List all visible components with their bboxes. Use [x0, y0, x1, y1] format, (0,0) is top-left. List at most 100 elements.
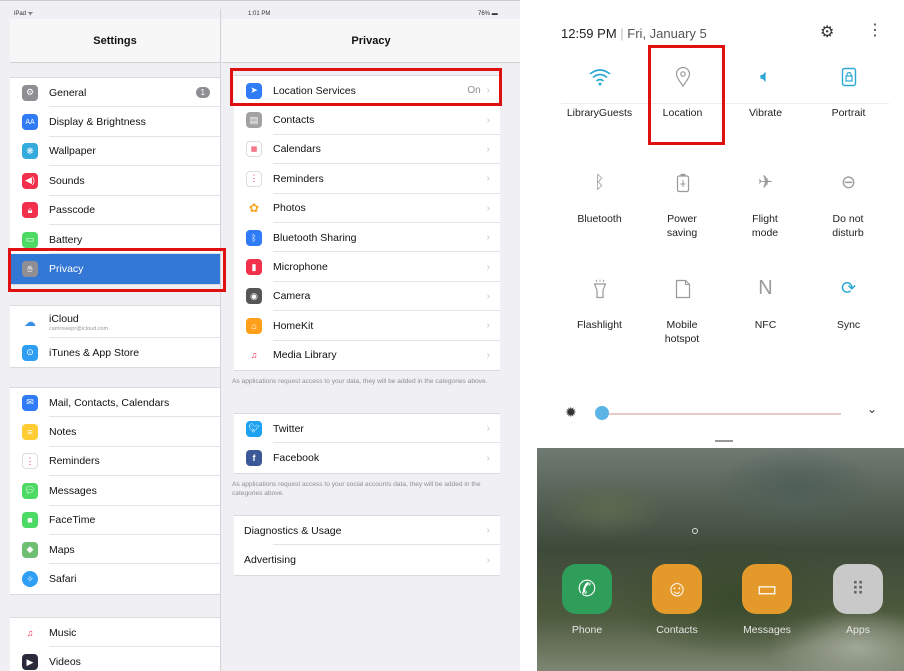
- aa-icon: AA: [22, 114, 38, 131]
- settings-item-music[interactable]: ♫ Music: [10, 618, 220, 648]
- settings-item-display[interactable]: AA Display & Brightness: [10, 107, 220, 138]
- mail-icon: ✉: [22, 394, 38, 411]
- privacy-item-microphone[interactable]: ▮ Microphone ›: [234, 252, 500, 283]
- ipad-screenshot: iPad ᯤ Settings ⚙ General 1 AA Display &…: [0, 0, 520, 671]
- notes-icon: ≡: [22, 424, 38, 441]
- tile-portrait[interactable]: Portrait: [806, 58, 891, 158]
- quick-settings-panel: 12:59 PM | Fri, January 5 ⚙ ⋮ LibraryGue…: [537, 8, 904, 448]
- settings-item-label: Notes: [49, 426, 77, 439]
- dock-label: Messages: [743, 624, 791, 636]
- photos-icon: ✿: [246, 200, 262, 217]
- status-time-date: 12:59 PM | Fri, January 5: [561, 26, 707, 41]
- android-screenshot: 12:59 PM | Fri, January 5 ⚙ ⋮ LibraryGue…: [537, 8, 904, 671]
- tile-label: LibraryGuests: [566, 107, 633, 119]
- settings-item-privacy[interactable]: ✋︎ Privacy: [10, 254, 220, 284]
- battery-icon: ▭: [22, 231, 38, 248]
- privacy-item-label: Camera: [273, 290, 311, 303]
- home-icon: ⌂: [246, 317, 262, 334]
- settings-item-label: Videos: [49, 656, 81, 669]
- privacy-item-homekit[interactable]: ⌂ HomeKit ›: [234, 311, 500, 341]
- settings-item-general[interactable]: ⚙ General 1: [10, 78, 220, 108]
- settings-item-wallpaper[interactable]: ❋ Wallpaper: [10, 137, 220, 167]
- settings-item-maps[interactable]: ◆ Maps: [10, 535, 220, 565]
- tile-power-saving[interactable]: Power saving: [640, 164, 725, 264]
- chevron-right-icon: ›: [486, 143, 490, 155]
- flashlight-icon: [557, 270, 642, 306]
- tile-wifi[interactable]: LibraryGuests: [557, 58, 642, 158]
- dock-contacts[interactable]: ☺ Contacts: [647, 564, 707, 636]
- privacy-note-social: As applications request access to your s…: [232, 481, 481, 497]
- dock-messages[interactable]: ▭ Messages: [737, 564, 797, 636]
- panel-drag-handle[interactable]: [715, 440, 733, 442]
- settings-item-label: Messages: [49, 484, 97, 497]
- settings-item-label: Mail, Contacts, Calendars: [49, 396, 170, 409]
- tile-location[interactable]: Location: [640, 58, 725, 158]
- settings-item-label: FaceTime: [49, 514, 96, 527]
- settings-item-icloud[interactable]: ☁ iCloud camrowepr@icloud.com: [10, 306, 220, 338]
- privacy-item-calendars[interactable]: ▦ Calendars ›: [234, 135, 500, 165]
- privacy-item-location-services[interactable]: ➤ Location Services On ›: [234, 76, 500, 106]
- settings-item-facetime[interactable]: ■ FaceTime: [10, 506, 220, 536]
- privacy-item-label: Reminders: [273, 172, 324, 185]
- privacy-item-bluetooth-sharing[interactable]: ᛒ Bluetooth Sharing ›: [234, 223, 500, 253]
- tile-row-divider: [561, 103, 889, 104]
- tile-flashlight[interactable]: Flashlight: [557, 270, 642, 370]
- privacy-item-reminders[interactable]: ⋮ Reminders ›: [234, 164, 500, 194]
- brightness-slider-track[interactable]: [601, 413, 841, 415]
- privacy-item-advertising[interactable]: Advertising ›: [234, 545, 500, 574]
- chevron-right-icon: ›: [486, 525, 490, 537]
- settings-item-messages[interactable]: 💬︎ Messages: [10, 476, 220, 506]
- tile-flight-mode[interactable]: ✈ Flight mode: [723, 164, 808, 264]
- privacy-item-media-library[interactable]: ♫ Media Library ›: [234, 341, 500, 370]
- privacy-item-label: Microphone: [273, 261, 328, 274]
- brightness-icon: ✹: [565, 404, 577, 420]
- dock-apps[interactable]: ⠿ Apps: [828, 564, 888, 636]
- tile-sync[interactable]: ⟳ Sync: [806, 270, 891, 370]
- settings-item-label: Maps: [49, 543, 75, 556]
- dock-phone[interactable]: ✆ Phone: [557, 564, 617, 636]
- hand-icon: ✋︎: [22, 261, 38, 278]
- location-services-value: On: [467, 85, 481, 97]
- settings-item-mail[interactable]: ✉ Mail, Contacts, Calendars: [10, 388, 220, 418]
- settings-item-battery[interactable]: ▭ Battery: [10, 225, 220, 255]
- privacy-group-1: ➤ Location Services On › ▤ Contacts › ▦ …: [234, 75, 500, 371]
- settings-item-itunes[interactable]: ⊙ iTunes & App Store: [10, 338, 220, 367]
- privacy-item-contacts[interactable]: ▤ Contacts ›: [234, 105, 500, 136]
- tile-bluetooth[interactable]: ᛒ Bluetooth: [557, 164, 642, 264]
- settings-gear-icon[interactable]: ⚙: [820, 22, 834, 42]
- privacy-item-facebook[interactable]: f Facebook ›: [234, 443, 500, 472]
- privacy-item-twitter[interactable]: 🐦︎ Twitter ›: [234, 414, 500, 444]
- privacy-item-camera[interactable]: ◉ Camera ›: [234, 282, 500, 312]
- privacy-item-label: Bluetooth Sharing: [273, 231, 357, 244]
- chevron-right-icon: ›: [486, 232, 490, 244]
- tile-label: Vibrate: [748, 107, 783, 119]
- reminders-icon: ⋮: [22, 453, 38, 470]
- settings-item-notes[interactable]: ≡ Notes: [10, 417, 220, 448]
- tile-nfc[interactable]: N NFC: [723, 270, 808, 370]
- more-options-icon[interactable]: ⋮: [867, 20, 883, 40]
- settings-item-safari[interactable]: ✧ Safari: [10, 564, 220, 593]
- chevron-right-icon: ›: [486, 173, 490, 185]
- safari-icon: ✧: [22, 571, 38, 588]
- settings-item-sounds[interactable]: ◀) Sounds: [10, 166, 220, 196]
- tile-mobile-hotspot[interactable]: Mobile hotspot: [640, 270, 725, 370]
- settings-item-label: Wallpaper: [49, 145, 96, 158]
- settings-item-passcode[interactable]: 🔒︎ Passcode: [10, 196, 220, 226]
- privacy-item-label: Advertising: [244, 554, 296, 567]
- lock-icon: 🔒︎: [22, 202, 38, 219]
- airplane-icon: ✈: [757, 172, 774, 192]
- privacy-item-label: Facebook: [273, 452, 320, 465]
- settings-item-videos[interactable]: ▶ Videos: [10, 647, 220, 671]
- apps-grid-icon: ⠿: [833, 564, 883, 614]
- privacy-item-photos[interactable]: ✿ Photos ›: [234, 194, 500, 224]
- tile-vibrate[interactable]: 🔈︎ Vibrate: [723, 58, 808, 158]
- chevron-down-icon[interactable]: ⌄: [867, 402, 877, 416]
- privacy-item-diagnostics[interactable]: Diagnostics & Usage ›: [234, 516, 500, 546]
- settings-item-label: iTunes & App Store: [49, 346, 140, 359]
- settings-item-reminders[interactable]: ⋮ Reminders: [10, 447, 220, 477]
- chevron-right-icon: ›: [486, 349, 490, 361]
- tile-do-not-disturb[interactable]: ⊖ Do not disturb: [806, 164, 891, 264]
- reminders-icon: ⋮: [246, 170, 262, 187]
- privacy-item-label: HomeKit: [273, 319, 314, 332]
- brightness-slider-knob[interactable]: [595, 406, 609, 420]
